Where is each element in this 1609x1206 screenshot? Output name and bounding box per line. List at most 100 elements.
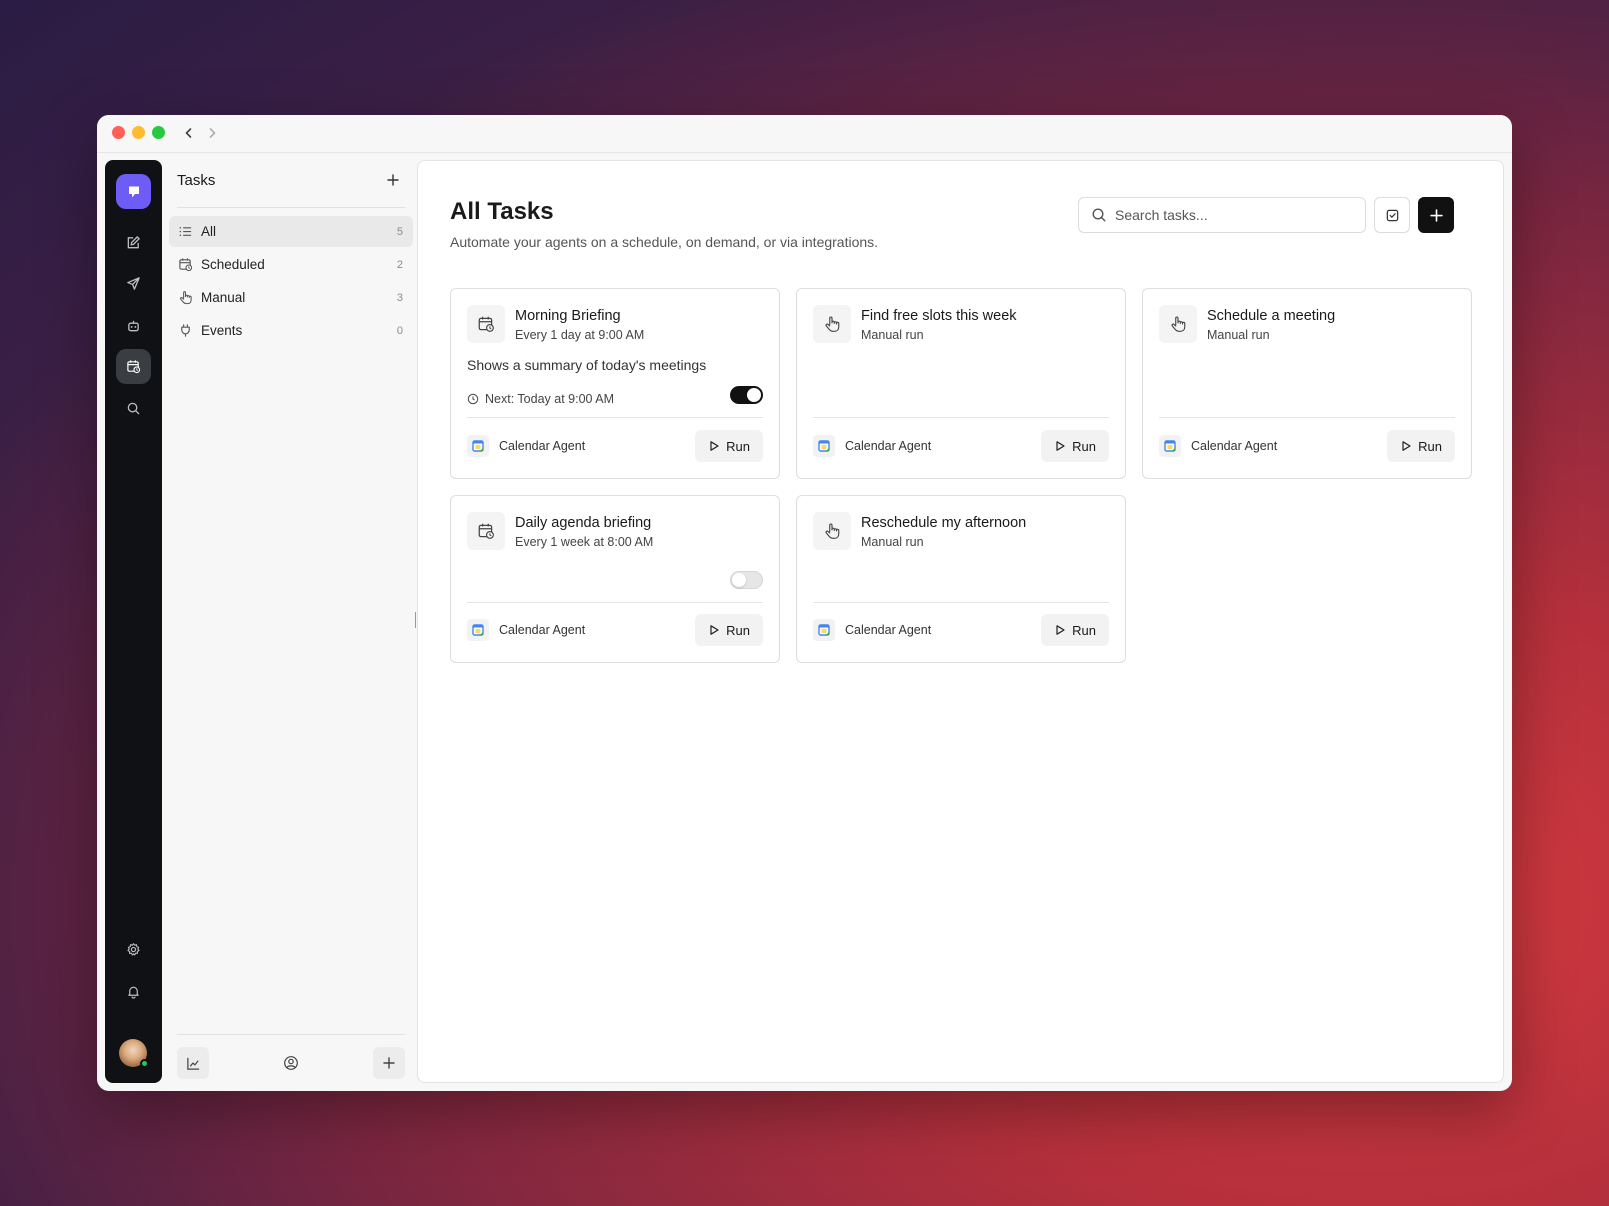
play-icon: [710, 625, 719, 635]
page-title: All Tasks: [450, 198, 554, 225]
rail-agents-button[interactable]: [116, 308, 151, 343]
rail-settings-button[interactable]: [116, 932, 151, 967]
rail-tasks-button[interactable]: [116, 349, 151, 384]
google-calendar-icon: [813, 619, 835, 641]
task-schedule: Every 1 week at 8:00 AM: [515, 535, 654, 549]
sidebar-resize-handle[interactable]: [415, 612, 416, 628]
task-description: Shows a summary of today's meetings: [467, 357, 707, 373]
app-logo[interactable]: [116, 174, 151, 209]
list-icon: [177, 224, 193, 240]
sidebar-item-label: Events: [201, 323, 243, 338]
account-button[interactable]: [275, 1047, 307, 1079]
maximize-window-button[interactable]: [152, 126, 165, 139]
sidebar-filter-list: All 5 Scheduled 2 Manual 3 Events 0: [169, 216, 413, 348]
main-panel: All Tasks Automate your agents on a sche…: [417, 160, 1504, 1083]
play-icon: [710, 441, 719, 451]
agent-name: Calendar Agent: [845, 439, 932, 453]
task-card[interactable]: Find free slots this week Manual run Cal…: [796, 288, 1126, 479]
chevron-left-icon[interactable]: [179, 123, 199, 143]
task-card[interactable]: Daily agenda briefing Every 1 week at 8:…: [450, 495, 780, 663]
sidebar-item-count: 0: [396, 324, 403, 337]
task-card[interactable]: Schedule a meeting Manual run Calendar A…: [1142, 288, 1472, 479]
robot-icon: [128, 320, 139, 332]
avatar[interactable]: [119, 1039, 149, 1068]
run-button[interactable]: Run: [1041, 430, 1109, 462]
divider: [813, 417, 1109, 418]
plus-icon: [1429, 208, 1443, 222]
sidebar-item-scheduled[interactable]: Scheduled 2: [169, 249, 413, 280]
calendar-clock-icon: [177, 257, 193, 273]
task-schedule: Manual run: [1207, 328, 1270, 342]
divider: [1159, 417, 1455, 418]
next-run: Next: Today at 9:00 AM: [467, 392, 614, 406]
sidebar-item-events[interactable]: Events 0: [169, 315, 413, 346]
hand-pointer-icon: [1159, 305, 1197, 343]
run-button[interactable]: Run: [695, 614, 763, 646]
rail-notifications-button[interactable]: [116, 974, 151, 1009]
add-button[interactable]: [373, 1047, 405, 1079]
online-status-dot: [140, 1059, 149, 1068]
task-title: Reschedule my afternoon: [861, 515, 1027, 531]
task-card[interactable]: Morning Briefing Every 1 day at 9:00 AM …: [450, 288, 780, 479]
task-schedule: Manual run: [861, 328, 924, 342]
rail-search-button[interactable]: [116, 391, 151, 426]
google-calendar-icon: [813, 435, 835, 457]
calendar-clock-icon: [467, 512, 505, 550]
run-button-label: Run: [726, 438, 750, 454]
agent-name: Calendar Agent: [499, 439, 586, 453]
divider: [467, 417, 763, 418]
run-button-label: Run: [1072, 438, 1096, 454]
send-icon: [127, 277, 140, 290]
task-card-footer: Calendar Agent Run: [813, 430, 1109, 462]
tasks-sidebar: Tasks All 5 Scheduled 2 Manual 3 Events …: [169, 160, 413, 1083]
task-title: Find free slots this week: [861, 308, 1017, 324]
task-card-footer: Calendar Agent Run: [467, 430, 763, 462]
analytics-button[interactable]: [177, 1047, 209, 1079]
checkbox-icon: [1386, 209, 1398, 221]
divider: [177, 207, 405, 208]
bell-icon: [128, 986, 139, 999]
task-card[interactable]: Reschedule my afternoon Manual run Calen…: [796, 495, 1126, 663]
close-window-button[interactable]: [112, 126, 125, 139]
rail-compose-button[interactable]: [116, 225, 151, 260]
add-task-button[interactable]: [381, 168, 405, 192]
user-circle-icon: [284, 1056, 298, 1070]
sidebar-item-label: Manual: [201, 290, 246, 305]
icon-rail: [105, 160, 162, 1083]
clock-icon: [467, 393, 479, 405]
minimize-window-button[interactable]: [132, 126, 145, 139]
task-enabled-toggle[interactable]: [730, 571, 763, 589]
run-button[interactable]: Run: [1387, 430, 1455, 462]
run-button[interactable]: Run: [1041, 614, 1109, 646]
sidebar-item-manual[interactable]: Manual 3: [169, 282, 413, 313]
edit-icon: [127, 236, 140, 249]
page-subtitle: Automate your agents on a schedule, on d…: [450, 234, 879, 250]
hand-pointer-icon: [813, 305, 851, 343]
select-tasks-button[interactable]: [1374, 197, 1410, 233]
app-window: Tasks All 5 Scheduled 2 Manual 3 Events …: [97, 115, 1512, 1091]
google-calendar-icon: [467, 619, 489, 641]
new-task-button[interactable]: [1418, 197, 1454, 233]
rail-send-button[interactable]: [116, 266, 151, 301]
task-card-footer: Calendar Agent Run: [467, 614, 763, 646]
toggle-knob: [732, 573, 746, 587]
sidebar-item-count: 3: [396, 291, 403, 304]
gear-icon: [127, 943, 140, 956]
search-icon: [127, 402, 140, 415]
sidebar-item-all[interactable]: All 5: [169, 216, 413, 247]
search-box[interactable]: [1078, 197, 1366, 233]
calendar-clock-icon: [127, 360, 141, 374]
task-enabled-toggle[interactable]: [730, 386, 763, 404]
sidebar-item-label: All: [201, 224, 217, 239]
play-icon: [1056, 625, 1065, 635]
chevron-right-icon[interactable]: [202, 123, 222, 143]
task-title: Schedule a meeting: [1207, 308, 1336, 324]
sidebar-item-count: 2: [396, 258, 403, 271]
run-button[interactable]: Run: [695, 430, 763, 462]
search-input[interactable]: [1115, 207, 1355, 223]
divider: [467, 602, 763, 603]
divider: [813, 602, 1109, 603]
task-card-footer: Calendar Agent Run: [1159, 430, 1455, 462]
play-icon: [1056, 441, 1065, 451]
sidebar-item-label: Scheduled: [201, 257, 265, 272]
